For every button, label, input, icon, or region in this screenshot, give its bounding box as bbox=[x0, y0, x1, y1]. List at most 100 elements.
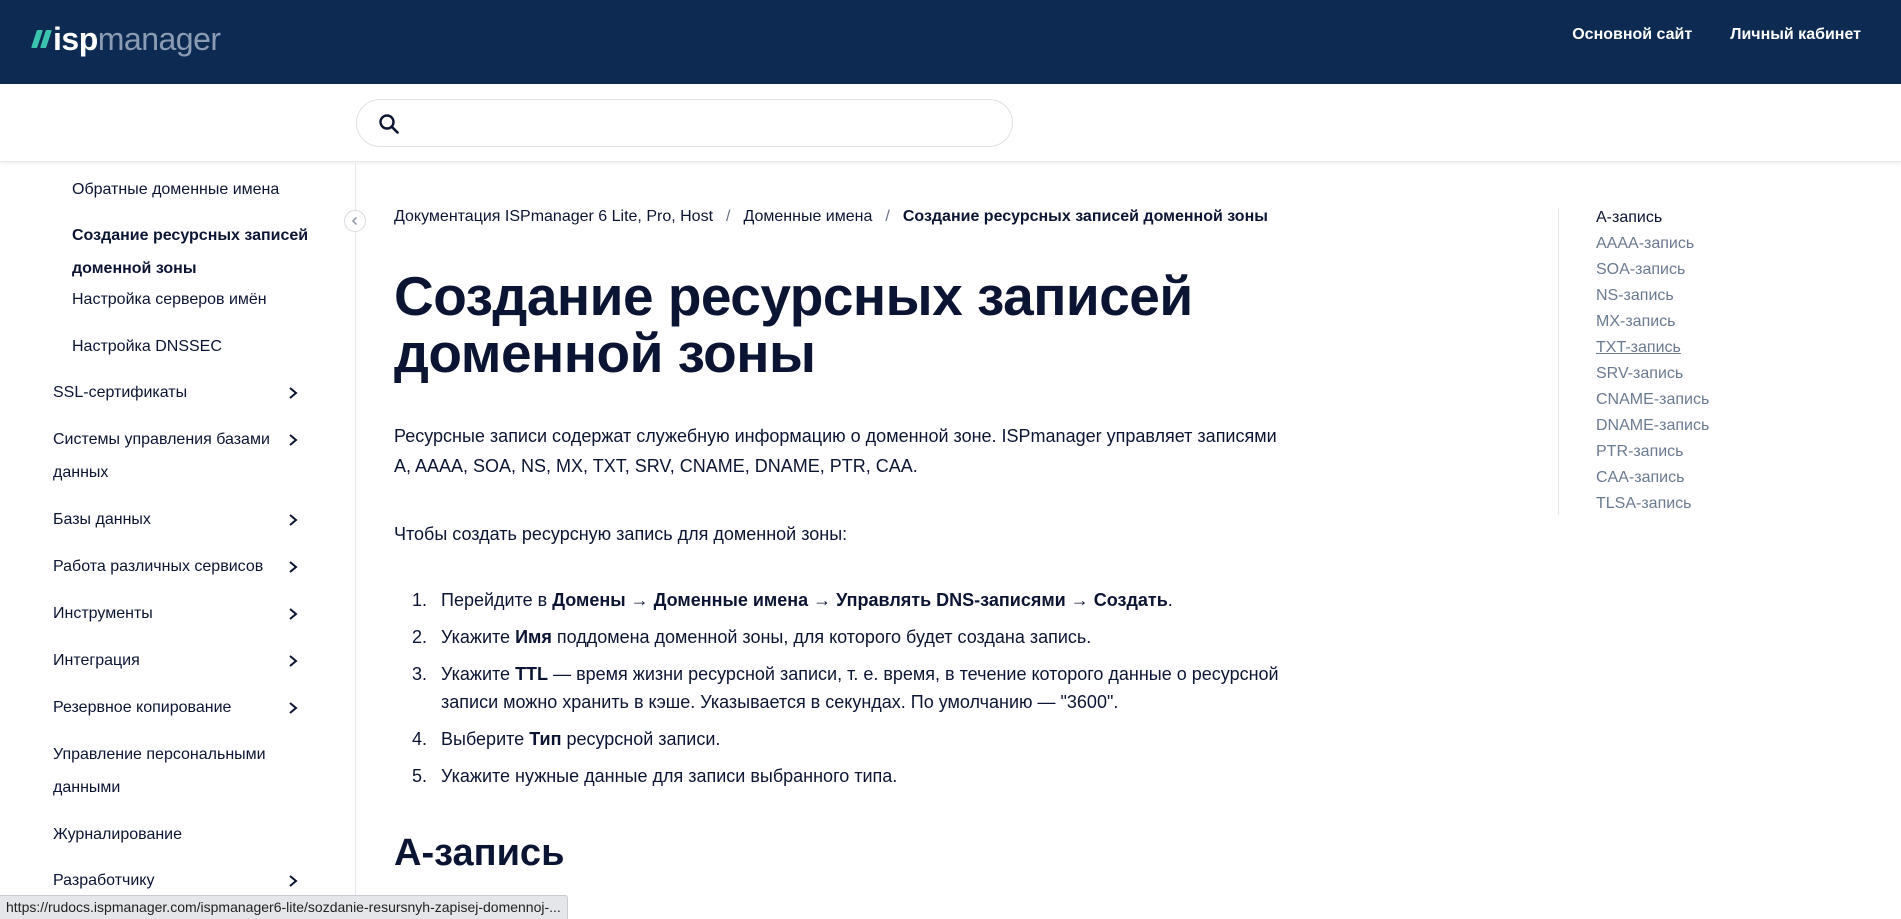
breadcrumb-separator: / bbox=[726, 208, 731, 225]
breadcrumb-current: Создание ресурсных записей доменной зоны bbox=[902, 208, 1268, 225]
sidebar-item-label: Журналирование bbox=[53, 826, 183, 843]
logo-text-isp: isp bbox=[53, 20, 98, 57]
steps-list: 1. Перейдите в Домены → Доменные имена → … bbox=[394, 586, 1294, 799]
sidebar-item-label: Создание ресурсных записей доменной зоны bbox=[72, 227, 309, 277]
step-number: 3. bbox=[412, 664, 428, 684]
step-bold-text: Доменные имена bbox=[653, 590, 809, 610]
toc-item-txt[interactable]: TXT-запись bbox=[1596, 338, 1681, 358]
sidebar-item-label: Разработчику bbox=[53, 872, 155, 889]
ispmanager-logo[interactable]: isp manager bbox=[31, 20, 221, 57]
step-bold-text: Создать bbox=[1093, 590, 1168, 610]
sidebar-item-label: Резервное копирование bbox=[53, 699, 232, 716]
list-item: 1. Перейдите в Домены → Доменные имена → … bbox=[394, 586, 1294, 614]
list-item: 5. Укажите нужные данные для записи выбра… bbox=[394, 762, 1294, 790]
step-number: 2. bbox=[412, 627, 428, 647]
chevron-right-icon[interactable] bbox=[286, 874, 300, 888]
sidebar-item-backup[interactable]: Резервное копирование bbox=[53, 691, 313, 724]
sidebar-item-label: Управление персональными данными bbox=[53, 746, 266, 796]
chevron-right-icon[interactable] bbox=[286, 560, 300, 574]
breadcrumb-domains-link[interactable]: Доменные имена bbox=[743, 208, 872, 225]
page-title: Создание ресурсных записей доменной зоны bbox=[394, 265, 1193, 384]
sidebar-item-label: SSL-сертификаты bbox=[53, 384, 188, 401]
breadcrumb-separator: / bbox=[885, 208, 890, 225]
sidebar-item-reverse-domains[interactable]: Обратные доменные имена bbox=[72, 173, 312, 206]
breadcrumb: Документация ISPmanager 6 Lite, Pro, Hos… bbox=[394, 208, 1268, 226]
logo-mark-icon bbox=[31, 30, 52, 48]
toc-item-a[interactable]: A-запись bbox=[1596, 208, 1662, 228]
toc-item-caa[interactable]: CAA-запись bbox=[1596, 468, 1684, 488]
chevron-right-icon[interactable] bbox=[286, 607, 300, 621]
step-text: ресурсной записи. bbox=[561, 729, 721, 749]
sidebar-item-dbms[interactable]: Системы управления базами данных bbox=[53, 423, 313, 489]
step-text: Укажите нужные данные для записи выбранн… bbox=[441, 766, 898, 786]
step-arrow: → bbox=[1065, 590, 1094, 610]
toc-item-dname[interactable]: DNAME-запись bbox=[1596, 416, 1709, 436]
sidebar-item-dnssec[interactable]: Настройка DNSSEC bbox=[72, 330, 312, 363]
toc-item-soa[interactable]: SOA-запись bbox=[1596, 260, 1685, 280]
sidebar-item-label: Базы данных bbox=[53, 511, 151, 528]
list-item: 2. Укажите Имя поддомена доменной зоны, д… bbox=[394, 623, 1294, 651]
toc-item-aaaa[interactable]: AAAA-запись bbox=[1596, 234, 1694, 254]
sidebar: Обратные доменные имена Создание ресурсн… bbox=[0, 163, 356, 919]
sidebar-item-label: Инструменты bbox=[53, 605, 153, 622]
chevron-right-icon[interactable] bbox=[286, 701, 300, 715]
sidebar-item-ssl[interactable]: SSL-сертификаты bbox=[53, 376, 313, 409]
toc-item-ptr[interactable]: PTR-запись bbox=[1596, 442, 1684, 462]
sidebar-item-tools[interactable]: Инструменты bbox=[53, 597, 313, 630]
toc-item-tlsa[interactable]: TLSA-запись bbox=[1596, 494, 1692, 514]
sidebar-item-label: Настройка DNSSEC bbox=[72, 338, 222, 355]
search-box[interactable] bbox=[356, 99, 1013, 147]
top-navbar: isp manager Основной сайт Личный кабинет bbox=[0, 0, 1901, 84]
chevron-right-icon[interactable] bbox=[286, 386, 300, 400]
sidebar-item-personal-data[interactable]: Управление персональными данными bbox=[53, 738, 313, 804]
list-item: 3. Укажите TTL — время жизни ресурсной за… bbox=[394, 660, 1294, 716]
step-number: 4. bbox=[412, 729, 428, 749]
sidebar-collapse-button[interactable] bbox=[344, 210, 366, 232]
intro-paragraph: Ресурсные записи содержат служебную инфо… bbox=[394, 426, 1277, 476]
step-text: поддомена доменной зоны, для которого бу… bbox=[551, 627, 1092, 647]
step-bold-text: TTL bbox=[515, 664, 549, 684]
step-text: Перейдите в bbox=[441, 590, 553, 610]
step-text: Укажите bbox=[441, 664, 516, 684]
step-arrow: → bbox=[625, 590, 654, 610]
step-number: 1. bbox=[412, 590, 428, 610]
toc-item-srv[interactable]: SRV-запись bbox=[1596, 364, 1683, 384]
chevron-right-icon[interactable] bbox=[286, 513, 300, 527]
step-bold-text: Управлять DNS-записями bbox=[836, 590, 1066, 610]
sidebar-item-label: Работа различных сервисов bbox=[53, 558, 264, 575]
sidebar-item-label: Настройка серверов имён bbox=[72, 291, 267, 308]
breadcrumb-docs-link[interactable]: Документация ISPmanager 6 Lite, Pro, Hos… bbox=[394, 208, 713, 225]
search-icon bbox=[379, 114, 399, 134]
sidebar-item-name-servers[interactable]: Настройка серверов имён bbox=[72, 283, 312, 316]
step-bold-text: Имя bbox=[515, 627, 552, 647]
toc-item-mx[interactable]: MX-запись bbox=[1596, 312, 1676, 332]
step-text: Укажите bbox=[441, 627, 516, 647]
search-input[interactable] bbox=[415, 108, 995, 138]
logo-text-manager: manager bbox=[97, 20, 221, 57]
sidebar-item-databases[interactable]: Базы данных bbox=[53, 503, 313, 536]
toc-item-cname[interactable]: CNAME-запись bbox=[1596, 390, 1709, 410]
chevron-left-icon bbox=[351, 216, 358, 226]
step-text: . bbox=[1167, 590, 1173, 610]
sidebar-item-label: Системы управления базами данных bbox=[53, 431, 270, 481]
sidebar-item-services[interactable]: Работа различных сервисов bbox=[53, 550, 313, 583]
section-heading-a-record: A-запись bbox=[394, 832, 565, 874]
step-text: Выберите bbox=[441, 729, 530, 749]
top-links: Основной сайт Личный кабинет bbox=[1572, 26, 1861, 44]
sidebar-item-create-records[interactable]: Создание ресурсных записей доменной зоны bbox=[72, 219, 312, 285]
chevron-right-icon[interactable] bbox=[286, 654, 300, 668]
sidebar-item-developer[interactable]: Разработчику bbox=[53, 864, 313, 897]
personal-account-link[interactable]: Личный кабинет bbox=[1730, 26, 1861, 44]
table-of-contents: A-запись AAAA-запись SOA-запись NS-запис… bbox=[1558, 208, 1709, 515]
step-text: — время жизни ресурсной записи, т. е. вр… bbox=[441, 664, 1279, 712]
chevron-right-icon[interactable] bbox=[286, 433, 300, 447]
lead-paragraph: Чтобы создать ресурсную запись для домен… bbox=[394, 524, 848, 544]
step-number: 5. bbox=[412, 766, 428, 786]
sidebar-item-logging[interactable]: Журналирование bbox=[53, 818, 313, 851]
search-bar-row bbox=[0, 84, 1901, 162]
main-site-link[interactable]: Основной сайт bbox=[1572, 26, 1692, 44]
sidebar-item-integration[interactable]: Интеграция bbox=[53, 644, 313, 677]
list-item: 4. Выберите Тип ресурсной записи. bbox=[394, 725, 1294, 753]
toc-item-ns[interactable]: NS-запись bbox=[1596, 286, 1674, 306]
step-bold-text: Тип bbox=[529, 729, 562, 749]
